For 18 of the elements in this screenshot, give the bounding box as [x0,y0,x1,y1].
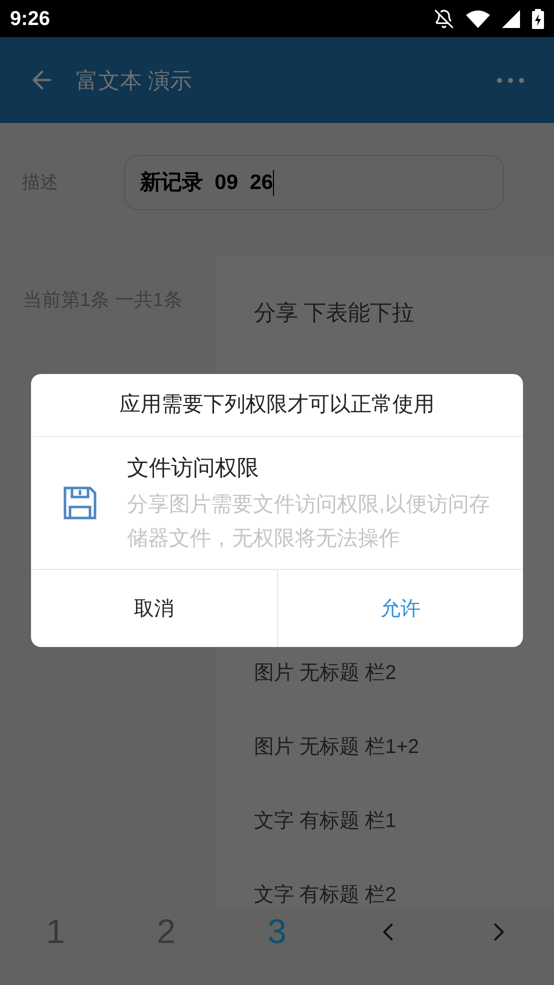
description-field[interactable]: 新记录 09 26 [124,155,504,210]
battery-charging-icon [532,8,544,28]
dialog-title: 应用需要下列权限才可以正常使用 [120,392,434,418]
page-title: 富文本 演示 [76,66,194,94]
wifi-icon [466,10,490,28]
permission-name: 文件访问权限 [127,454,260,482]
cancel-button[interactable]: 取消 [31,570,276,647]
dropdown-item[interactable]: 文字 有标题 栏1 [254,807,516,835]
dropdown-item[interactable]: 图片 无标题 栏1+2 [254,733,516,761]
permission-description: 分享图片需要文件访问权限,以便访问存储器文件，无权限将无法操作 [127,492,491,552]
dropdown-item[interactable]: 图片 无标题 栏2 [254,659,516,687]
dropdown-item[interactable]: 分享 下表能下拉 [254,296,516,329]
dropdown-item[interactable]: 文字 有标题 栏2 [254,881,516,909]
more-button[interactable] [497,78,524,82]
signal-icon [502,10,520,28]
status-time: 9:26 [10,6,50,32]
bell-off-icon [434,8,454,28]
allow-button[interactable]: 允许 [276,570,523,647]
